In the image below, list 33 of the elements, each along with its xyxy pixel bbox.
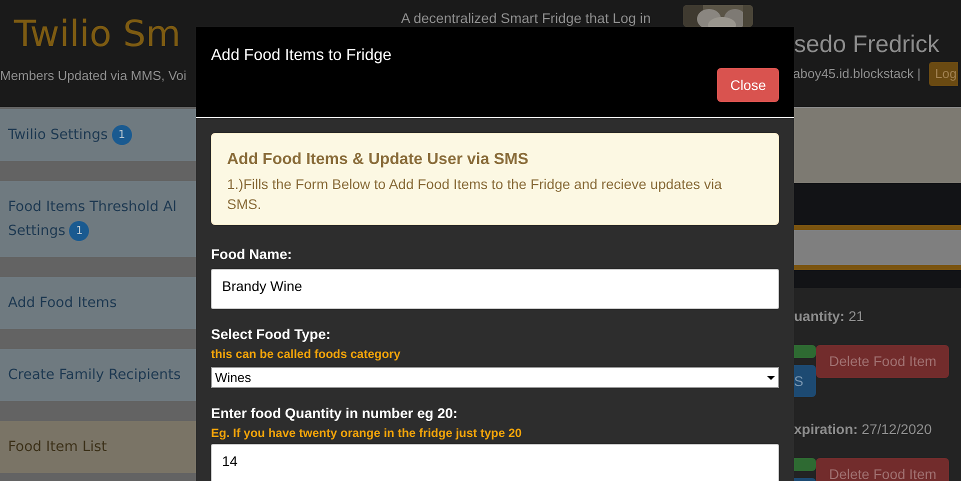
count-badge: 1 bbox=[69, 221, 90, 242]
alert-title: Add Food Items & Update User via SMS bbox=[227, 150, 530, 170]
site-title: Twilio Sm bbox=[14, 13, 181, 57]
field-hint: this can be called foods category bbox=[211, 346, 402, 362]
status-button[interactable] bbox=[794, 458, 816, 471]
close-button[interactable]: Close bbox=[717, 68, 779, 102]
sms-button[interactable]: S bbox=[794, 365, 816, 397]
food-detail: xpiration: 27/12/2020 bbox=[794, 420, 933, 439]
sidebar-item[interactable]: Food Items Threshold Al Settings 1 bbox=[0, 181, 196, 257]
sidebar-item[interactable]: Food Item List bbox=[0, 421, 196, 473]
delete-button[interactable]: Delete Food Item bbox=[816, 458, 950, 481]
field-hint: Eg. If you have twenty orange in the fridge just type 20 bbox=[211, 425, 523, 441]
sidebar-item[interactable]: Twilio Settings 1 bbox=[0, 109, 196, 161]
food-type-select[interactable]: Wines bbox=[211, 367, 779, 388]
field-label: Food Name: bbox=[211, 245, 293, 263]
user-id: aboy45.id.blockstack | bbox=[793, 65, 921, 83]
tagline: A decentralized Smart Fridge that Log in bbox=[401, 9, 651, 28]
food-detail: uantity: 21 bbox=[794, 307, 866, 326]
site-subtitle: Members Updated via MMS, Voi bbox=[0, 67, 186, 85]
field-label: Select Food Type: bbox=[211, 325, 332, 343]
status-button[interactable] bbox=[794, 345, 816, 358]
input-field[interactable]: 14 bbox=[211, 444, 779, 481]
user-name: sedo Fredrick bbox=[794, 30, 940, 60]
modal-title: Add Food Items to Fridge bbox=[211, 46, 392, 66]
dropdown-arrow-icon bbox=[767, 376, 775, 380]
delete-button[interactable]: Delete Food Item bbox=[816, 345, 950, 378]
count-badge: 1 bbox=[112, 125, 132, 146]
field-label: Enter food Quantity in number eg 20: bbox=[211, 404, 459, 422]
input-field[interactable]: Brandy Wine bbox=[211, 269, 779, 309]
logout-button[interactable]: Log bbox=[929, 62, 958, 86]
sidebar-item[interactable]: Create Family Recipients bbox=[0, 349, 196, 401]
sidebar-item[interactable]: Add Food Items bbox=[0, 277, 196, 329]
alert-text: 1.)Fills the Form Below to Add Food Items to the Fridge and recieve updates via SMS. bbox=[227, 175, 723, 214]
